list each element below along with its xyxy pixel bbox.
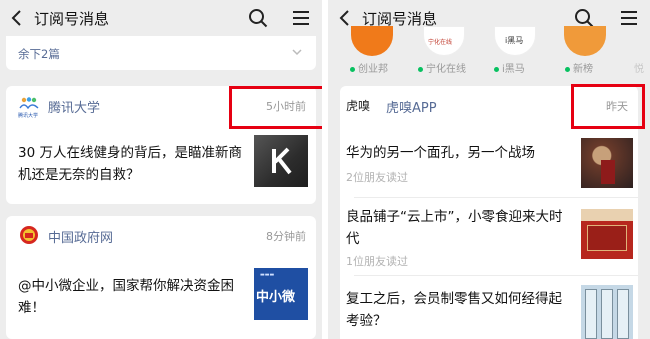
divider [354,197,638,198]
people-icon [19,97,39,110]
national-emblem-icon [20,226,38,244]
article-thumbnail[interactable]: ▬▬▬ 中小微 [254,268,308,320]
highlight-box-time [229,86,322,129]
read-by-friends: 2位朋友读过 [346,171,408,184]
page-title: 订阅号消息 [34,10,110,28]
recommend-name[interactable]: 新榜 [565,60,593,75]
article-thumbnail[interactable] [581,138,633,188]
keep-k-logo [272,147,292,175]
menu-icon[interactable] [620,10,638,26]
article-card-gov[interactable]: 中国政府网 8分钟前 @中小微企业，国家帮你解决资金困难！ ▬▬▬ 中小微 [6,216,316,339]
divider [354,275,638,276]
logo-text: 腾讯大学 [18,113,39,119]
article-thumbnail[interactable] [581,285,633,339]
article-title[interactable]: 华为的另一个面孔，另一个战场 [346,142,572,164]
recommend-avatar[interactable] [351,26,393,56]
search-icon[interactable] [248,8,268,28]
chevron-down-icon [292,49,302,56]
article-title[interactable]: 30 万人在线健身的背后，是瞄准新商机还是无奈的自救？ [18,142,246,186]
right-panel: 订阅号消息 宁化在线 i黑马 创业邦 宁化在线 i黑马 新榜 悦 虎嗅 虎嗅AP… [328,0,650,339]
tencent-university-logo: 腾讯大学 [18,94,40,119]
article-title[interactable]: 复工之后，会员制零售又如何经得起考验？ [346,288,572,332]
post-time: 8分钟前 [266,230,306,243]
article-title[interactable]: 良品铺子“云上市”，小零食迎来大时代 [346,206,572,250]
recommend-avatar[interactable]: 宁化在线 [423,26,465,56]
recommend-name[interactable]: 创业邦 [350,60,388,75]
account-name[interactable]: 中国政府网 [48,227,113,246]
account-header[interactable]: 中国政府网 8分钟前 [6,216,316,252]
thumb-caption-decor: ▬▬▬ [260,272,275,278]
recommend-avatar[interactable] [564,26,606,56]
thumb-figure-decor [601,160,615,184]
account-name[interactable]: 腾讯大学 [48,97,100,116]
article-thumbnail[interactable] [581,209,633,259]
highlight-box-time [571,84,645,129]
back-arrow-icon[interactable] [338,9,352,27]
recommend-name[interactable]: 宁化在线 [418,60,466,75]
article-thumbnail[interactable] [254,135,308,187]
article-title[interactable]: @中小微企业，国家帮你解决资金困难！ [18,275,246,319]
recommend-avatar[interactable]: i黑马 [494,26,536,56]
menu-icon[interactable] [292,10,310,26]
thumbnail-text: 中小微 [256,290,296,305]
recommend-name[interactable]: 悦 [634,60,644,75]
more-articles-label: 余下2篇 [18,47,60,61]
more-articles-bar[interactable]: 余下2篇 [6,36,316,70]
back-arrow-icon[interactable] [10,9,24,27]
recommend-name[interactable]: i黑马 [494,60,525,75]
left-panel: 订阅号消息 余下2篇 腾讯大学 腾讯大学 5小时前 30 万人在线健身的背后，是… [0,0,322,339]
left-header: 订阅号消息 [0,0,322,36]
account-name[interactable]: 虎嗅APP [386,97,437,116]
huxiu-logo: 虎嗅 [346,99,371,113]
search-icon[interactable] [574,8,594,28]
read-by-friends: 1位朋友读过 [346,255,408,268]
